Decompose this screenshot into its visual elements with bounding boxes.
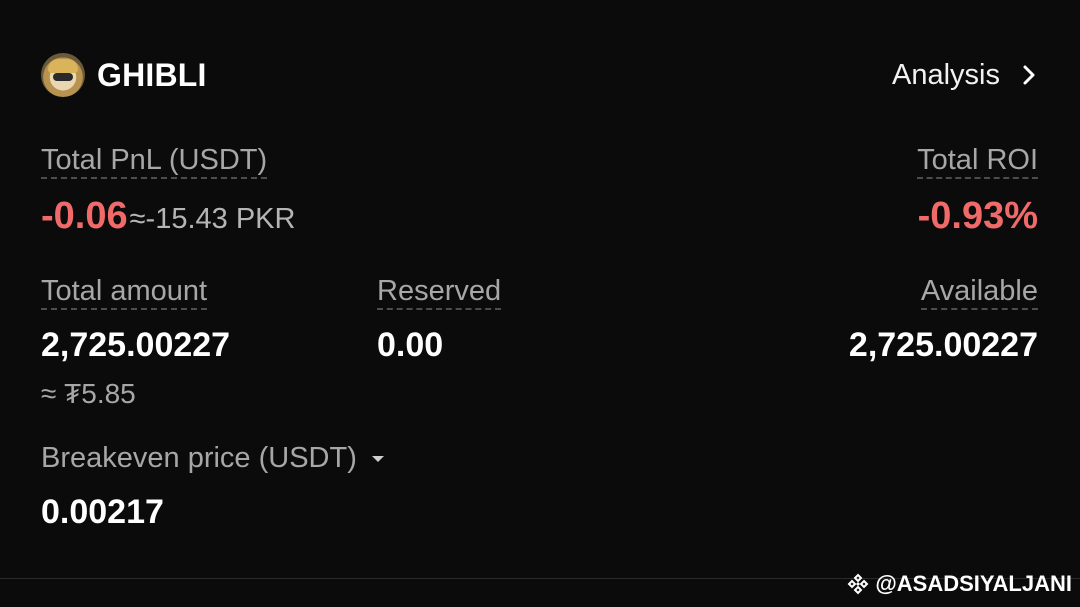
breakeven-dropdown[interactable]: Breakeven price (USDT) [41, 442, 387, 475]
watermark-text: @ASADSIYALJANI [875, 571, 1072, 596]
total-pnl-label[interactable]: Total PnL (USDT) [41, 145, 268, 180]
watermark: @ASADSIYALJANI [847, 571, 1072, 597]
total-amount-section: Total amount 2,725.00227 [41, 276, 230, 365]
total-pnl-values: -0.06 ≈-15.43 PKR [41, 195, 295, 238]
total-pnl-value: -0.06 [41, 195, 128, 238]
token-name: GHIBLI [97, 56, 207, 93]
available-label[interactable]: Available [920, 276, 1038, 311]
total-amount-approx: ≈ ₮5.85 [41, 378, 136, 409]
breakeven-section: Breakeven price (USDT) 0.00217 [41, 442, 387, 532]
total-roi-value: -0.93% [917, 195, 1038, 238]
caret-down-icon [369, 450, 387, 468]
total-pnl-approx: ≈-15.43 PKR [129, 203, 296, 236]
analysis-label: Analysis [892, 58, 1000, 91]
token-avatar-icon [41, 53, 85, 97]
chevron-right-icon [1018, 64, 1040, 86]
available-value: 2,725.00227 [848, 326, 1038, 365]
analysis-link[interactable]: Analysis [892, 59, 1040, 92]
breakeven-label: Breakeven price (USDT) [41, 442, 357, 474]
reserved-section: Reserved 0.00 [377, 276, 502, 365]
breakeven-value: 0.00217 [41, 493, 164, 531]
header: GHIBLI Analysis [41, 52, 1040, 98]
total-pnl-section: Total PnL (USDT) -0.06 ≈-15.43 PKR [41, 145, 295, 238]
total-amount-label[interactable]: Total amount [41, 276, 208, 311]
total-roi-label[interactable]: Total ROI [917, 145, 1038, 180]
token-info[interactable]: GHIBLI [41, 53, 207, 97]
total-roi-section: Total ROI -0.93% [917, 145, 1038, 238]
reserved-label[interactable]: Reserved [377, 276, 502, 311]
total-amount-value: 2,725.00227 [41, 326, 231, 365]
available-section: Available 2,725.00227 [849, 276, 1038, 365]
binance-logo-icon [847, 573, 869, 595]
reserved-value: 0.00 [377, 326, 444, 365]
